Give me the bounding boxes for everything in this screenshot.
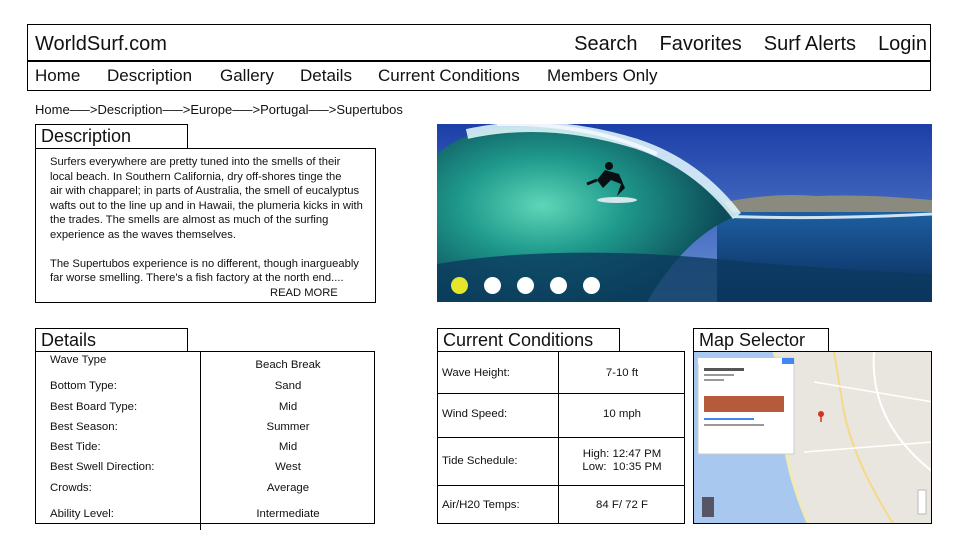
description-line: air with chapparel; in parts of Australi… bbox=[50, 185, 360, 198]
detail-value: Mid bbox=[278, 401, 298, 413]
detail-value: Intermediate bbox=[256, 508, 320, 520]
detail-value: Beach Break bbox=[255, 359, 321, 371]
conditions-table: Wave Height: 7-10 ft Wind Speed: 10 mph … bbox=[437, 351, 685, 524]
nav-description[interactable]: Description bbox=[107, 66, 192, 86]
slide-dot-3[interactable] bbox=[517, 277, 534, 294]
search-link[interactable]: Search bbox=[574, 33, 637, 56]
site-logo[interactable]: WorldSurf.com bbox=[35, 33, 167, 56]
slide-dot-4[interactable] bbox=[550, 277, 567, 294]
nav-members-only[interactable]: Members Only bbox=[547, 66, 658, 86]
description-paragraph-1: Surfers everywhere are pretty tuned into… bbox=[50, 155, 369, 243]
description-paragraph-2: The Supertubos experience is no differen… bbox=[50, 257, 369, 286]
detail-label: Best Tide: bbox=[50, 441, 101, 453]
breadcrumb-trail[interactable]: Home–—>Description–—>Europe–—>Portugal–—… bbox=[35, 102, 403, 117]
detail-label: Bottom Type: bbox=[50, 380, 117, 392]
conditions-row: Wind Speed: 10 mph bbox=[438, 394, 684, 438]
description-line: wafts out to the line up and in Hawaii, … bbox=[50, 199, 363, 212]
condition-value: 10 mph bbox=[603, 408, 641, 420]
conditions-row: Wave Height: 7-10 ft bbox=[438, 352, 684, 394]
description-line: the trades. The smells are almost as muc… bbox=[50, 214, 329, 227]
map-info-card bbox=[697, 357, 795, 455]
slide-dot-2[interactable] bbox=[484, 277, 501, 294]
map-image bbox=[694, 352, 931, 523]
map-selector[interactable] bbox=[693, 351, 932, 524]
description-line: local beach. In Southern California, dry… bbox=[50, 170, 342, 183]
hero-slideshow[interactable] bbox=[437, 124, 932, 302]
main-nav: Home Description Gallery Details Current… bbox=[27, 61, 931, 91]
description-line: far worse smelling. There's a fish facto… bbox=[50, 272, 344, 285]
condition-value: 84 F/ 72 F bbox=[596, 499, 648, 511]
favorites-link[interactable]: Favorites bbox=[660, 33, 742, 56]
description-line: experience as the waves themselves. bbox=[50, 228, 236, 241]
conditions-row: Tide Schedule: High: 12:47 PM Low: 10:35… bbox=[438, 438, 684, 486]
detail-label: Best Swell Direction: bbox=[50, 461, 155, 473]
detail-label: Wave Type bbox=[50, 354, 107, 366]
detail-value: Summer bbox=[266, 421, 310, 433]
nav-current-conditions[interactable]: Current Conditions bbox=[378, 66, 520, 86]
slide-dot-1[interactable] bbox=[451, 277, 468, 294]
nav-details[interactable]: Details bbox=[300, 66, 352, 86]
detail-label: Best Board Type: bbox=[50, 401, 138, 413]
nav-gallery[interactable]: Gallery bbox=[220, 66, 274, 86]
breadcrumb: Home–—>Description–—>Europe–—>Portugal–—… bbox=[35, 102, 403, 117]
details-title: Details bbox=[35, 328, 188, 352]
details-table: Wave Type Beach Break Bottom Type: Sand … bbox=[35, 351, 375, 530]
description-panel: Surfers everywhere are pretty tuned into… bbox=[35, 148, 376, 303]
condition-label: Wave Height: bbox=[442, 367, 510, 379]
detail-label: Ability Level: bbox=[50, 508, 114, 520]
login-link[interactable]: Login bbox=[878, 33, 927, 56]
detail-label: Crowds: bbox=[50, 482, 92, 494]
site-header: WorldSurf.com Search Favorites Surf Aler… bbox=[27, 24, 931, 61]
detail-value: West bbox=[275, 461, 301, 473]
condition-value: 7-10 ft bbox=[605, 367, 639, 379]
slide-indicators bbox=[451, 277, 600, 294]
condition-label: Air/H20 Temps: bbox=[442, 499, 520, 511]
condition-value: High: 12:47 PM Low: 10:35 PM bbox=[582, 448, 662, 473]
detail-value: Mid bbox=[278, 441, 298, 453]
description-title: Description bbox=[35, 124, 188, 149]
detail-value: Sand bbox=[274, 380, 302, 392]
read-more-link[interactable]: READ MORE bbox=[270, 286, 338, 301]
nav-home[interactable]: Home bbox=[35, 66, 80, 86]
description-line: The Supertubos experience is no differen… bbox=[50, 257, 359, 270]
slide-dot-5[interactable] bbox=[583, 277, 600, 294]
conditions-title: Current Conditions bbox=[437, 328, 620, 352]
condition-label: Tide Schedule: bbox=[442, 455, 518, 467]
conditions-row: Air/H20 Temps: 84 F/ 72 F bbox=[438, 486, 684, 525]
surf-photo bbox=[437, 124, 932, 302]
description-line: Surfers everywhere are pretty tuned into… bbox=[50, 156, 341, 168]
top-links: Search Favorites Surf Alerts Login bbox=[574, 33, 927, 56]
surf-alerts-link[interactable]: Surf Alerts bbox=[764, 33, 856, 56]
detail-label: Best Season: bbox=[50, 421, 118, 433]
detail-value: Average bbox=[266, 482, 310, 494]
condition-label: Wind Speed: bbox=[442, 408, 508, 420]
map-title: Map Selector bbox=[693, 328, 829, 352]
